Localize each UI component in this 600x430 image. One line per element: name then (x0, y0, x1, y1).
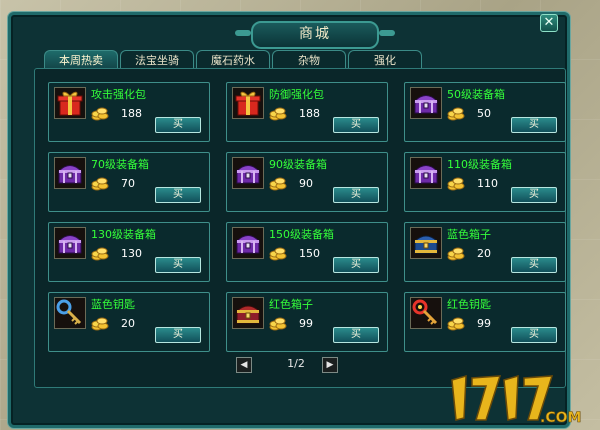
item-card: 150级装备箱 150 买 (226, 222, 388, 282)
page-indicator: 1/2 (287, 357, 305, 370)
buy-button[interactable]: 买 (511, 327, 557, 343)
item-name: 红色钥匙 (447, 298, 491, 311)
coin-icon (269, 245, 287, 261)
red-chest-icon (232, 297, 264, 329)
item-card: 防御强化包 188 买 (226, 82, 388, 142)
buy-button[interactable]: 买 (155, 187, 201, 203)
blue-key-icon (54, 297, 86, 329)
item-name: 110级装备箱 (447, 158, 512, 171)
item-price: 188 (121, 107, 142, 120)
tab-treasure-mount[interactable]: 法宝坐骑 (120, 50, 194, 70)
pagination: ◀ 1/2 ▶ (236, 357, 356, 373)
gift-box-icon (54, 87, 86, 119)
item-name: 防御强化包 (269, 88, 324, 101)
item-price: 99 (477, 317, 491, 330)
purple-chest-icon (54, 227, 86, 259)
red-key-icon (410, 297, 442, 329)
coin-icon (269, 105, 287, 121)
coin-icon (91, 105, 109, 121)
item-price: 130 (121, 247, 142, 260)
coin-icon (91, 245, 109, 261)
coin-icon (447, 315, 465, 331)
buy-button[interactable]: 买 (333, 117, 379, 133)
item-price: 188 (299, 107, 320, 120)
tab-enhance[interactable]: 强化 (348, 50, 422, 70)
buy-button[interactable]: 买 (333, 257, 379, 273)
coin-icon (447, 245, 465, 261)
buy-button[interactable]: 买 (333, 187, 379, 203)
coin-icon (447, 175, 465, 191)
purple-chest-icon (232, 157, 264, 189)
buy-button[interactable]: 买 (333, 327, 379, 343)
purple-chest-icon (410, 87, 442, 119)
item-card: 红色箱子 99 买 (226, 292, 388, 352)
purple-chest-icon (232, 227, 264, 259)
coin-icon (91, 175, 109, 191)
close-button[interactable]: ✕ (540, 14, 558, 32)
buy-button[interactable]: 买 (155, 257, 201, 273)
window-title: 商城 (235, 21, 395, 49)
buy-button[interactable]: 买 (155, 327, 201, 343)
gift-box-icon (232, 87, 264, 119)
item-card: 130级装备箱 130 买 (48, 222, 210, 282)
svg-text:.COM: .COM (540, 410, 581, 426)
item-price: 20 (477, 247, 491, 260)
coin-icon (447, 105, 465, 121)
item-price: 110 (477, 177, 498, 190)
item-price: 20 (121, 317, 135, 330)
item-card: 50级装备箱 50 买 (404, 82, 566, 142)
purple-chest-icon (410, 157, 442, 189)
buy-button[interactable]: 买 (511, 187, 557, 203)
item-price: 150 (299, 247, 320, 260)
item-card: 蓝色钥匙 20 买 (48, 292, 210, 352)
item-card: 90级装备箱 90 买 (226, 152, 388, 212)
purple-chest-icon (54, 157, 86, 189)
buy-button[interactable]: 买 (155, 117, 201, 133)
item-card: 红色钥匙 99 买 (404, 292, 566, 352)
watermark-logo: .COM (451, 374, 582, 426)
coin-icon (91, 315, 109, 331)
item-card: 蓝色箱子 20 买 (404, 222, 566, 282)
item-name: 50级装备箱 (447, 88, 505, 101)
next-page-button[interactable]: ▶ (322, 357, 338, 373)
item-name: 70级装备箱 (91, 158, 149, 171)
item-name: 蓝色箱子 (447, 228, 491, 241)
item-price: 50 (477, 107, 491, 120)
tab-stone-potion[interactable]: 魔石药水 (196, 50, 270, 70)
item-name: 150级装备箱 (269, 228, 334, 241)
tab-misc[interactable]: 杂物 (272, 50, 346, 70)
item-card: 70级装备箱 70 买 (48, 152, 210, 212)
buy-button[interactable]: 买 (511, 117, 557, 133)
item-name: 90级装备箱 (269, 158, 327, 171)
item-card: 攻击强化包 188 买 (48, 82, 210, 142)
prev-page-button[interactable]: ◀ (236, 357, 252, 373)
item-name: 红色箱子 (269, 298, 313, 311)
item-name: 蓝色钥匙 (91, 298, 135, 311)
tab-hot-this-week[interactable]: 本周热卖 (44, 50, 118, 70)
coin-icon (269, 315, 287, 331)
buy-button[interactable]: 买 (511, 257, 557, 273)
item-price: 99 (299, 317, 313, 330)
tab-bar: 本周热卖 法宝坐骑 魔石药水 杂物 强化 (44, 50, 424, 70)
item-price: 90 (299, 177, 313, 190)
coin-icon (269, 175, 287, 191)
item-name: 攻击强化包 (91, 88, 146, 101)
item-name: 130级装备箱 (91, 228, 156, 241)
item-price: 70 (121, 177, 135, 190)
blue-chest-icon (410, 227, 442, 259)
item-card: 110级装备箱 110 买 (404, 152, 566, 212)
